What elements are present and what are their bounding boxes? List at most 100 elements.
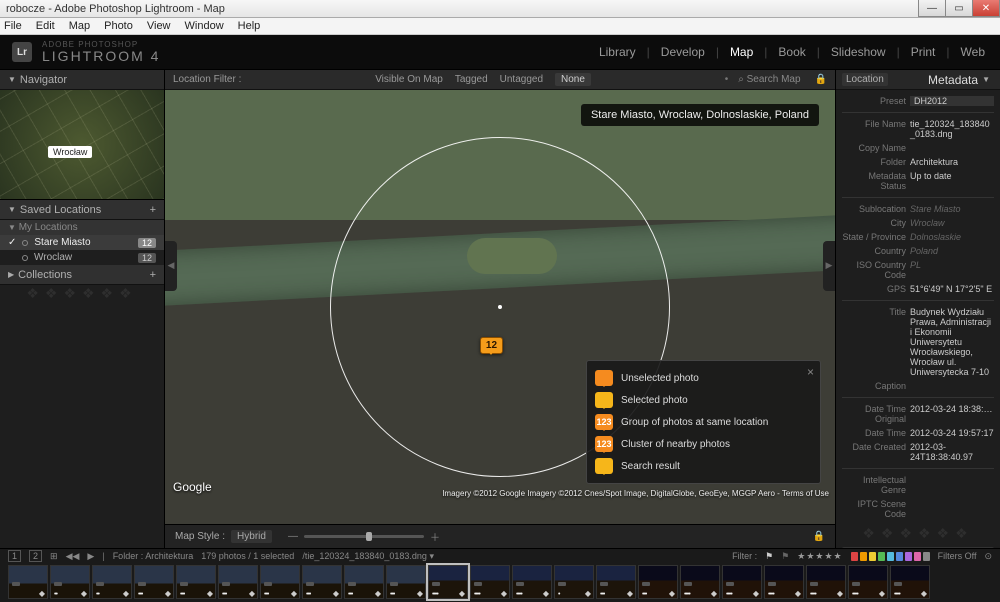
menu-edit[interactable]: Edit bbox=[36, 20, 55, 32]
map-style-select[interactable]: Hybrid bbox=[231, 530, 272, 543]
filter-untagged[interactable]: Untagged bbox=[500, 74, 543, 85]
preset-dropdown[interactable]: DH2012 bbox=[910, 96, 994, 106]
color-label-filter[interactable] bbox=[851, 552, 930, 561]
menubar: File Edit Map Photo View Window Help bbox=[0, 18, 1000, 35]
lock-icon[interactable]: 🔒 bbox=[813, 531, 825, 542]
thumbnail[interactable]: ••• bbox=[302, 565, 342, 599]
thumbnail[interactable]: ••• bbox=[344, 565, 384, 599]
module-print[interactable]: Print bbox=[908, 45, 939, 59]
metadata-header: Location Metadata ▼ bbox=[836, 70, 1000, 90]
thumbnail[interactable]: •••• bbox=[764, 565, 804, 599]
window-index-1[interactable]: 1 bbox=[8, 550, 21, 562]
filter-visible-on-map[interactable]: Visible On Map bbox=[375, 74, 443, 85]
thumbnail[interactable]: •••• bbox=[512, 565, 552, 599]
meta-field[interactable] bbox=[910, 143, 994, 153]
thumbnail[interactable]: •••• bbox=[680, 565, 720, 599]
sync-metadata-button[interactable]: Sync Metadata bbox=[842, 547, 994, 548]
maximize-button[interactable]: ▭ bbox=[945, 0, 973, 17]
thumbnail[interactable]: •••• bbox=[806, 565, 846, 599]
thumbnail[interactable]: •••• bbox=[470, 565, 510, 599]
filter-tagged[interactable]: Tagged bbox=[455, 74, 488, 85]
meta-field[interactable]: 2012-03-24 19:57:17 bbox=[910, 428, 994, 438]
navigator-map[interactable]: Wrocław bbox=[0, 90, 164, 200]
prev-icon[interactable]: ◀◀ bbox=[66, 551, 80, 562]
thumbnail[interactable]: • bbox=[554, 565, 594, 599]
thumbnail[interactable] bbox=[8, 565, 48, 599]
module-slideshow[interactable]: Slideshow bbox=[828, 45, 889, 59]
photo-cluster-pin[interactable]: 12 bbox=[480, 337, 503, 354]
metadata-set-dropdown[interactable]: Location bbox=[842, 73, 888, 86]
meta-field[interactable]: Poland bbox=[910, 246, 994, 256]
add-icon[interactable]: + bbox=[150, 269, 156, 281]
meta-field[interactable]: Architektura bbox=[910, 157, 994, 167]
module-web[interactable]: Web bbox=[958, 45, 988, 59]
filmstrip-filename[interactable]: /tie_120324_183840_0183.dng ▾ bbox=[302, 551, 434, 562]
meta-field[interactable]: tie_120324_183840_0183.dng bbox=[910, 119, 994, 139]
thumbnail[interactable]: ••• bbox=[176, 565, 216, 599]
legend-close-icon[interactable]: × bbox=[807, 365, 814, 379]
module-library[interactable]: Library bbox=[596, 45, 639, 59]
meta-field[interactable] bbox=[910, 499, 994, 519]
collections-title: Collections bbox=[18, 269, 72, 281]
menu-map[interactable]: Map bbox=[69, 20, 90, 32]
saved-location-item[interactable]: ✓Stare Miasto12 bbox=[0, 235, 164, 250]
menu-file[interactable]: File bbox=[4, 20, 22, 32]
menu-help[interactable]: Help bbox=[238, 20, 261, 32]
filter-lock-icon[interactable]: ⊙ bbox=[984, 551, 992, 562]
left-panel-toggle[interactable]: ◀ bbox=[165, 241, 177, 291]
thumbnail[interactable]: •••• bbox=[428, 565, 468, 599]
meta-field[interactable]: Wroclaw bbox=[910, 218, 994, 228]
meta-field[interactable]: 2012-03-24 18:38:… bbox=[910, 404, 994, 424]
menu-window[interactable]: Window bbox=[185, 20, 224, 32]
minimize-button[interactable]: — bbox=[918, 0, 946, 17]
right-panel-toggle[interactable]: ▶ bbox=[823, 241, 835, 291]
filmstrip-folder-path[interactable]: Folder : Architektura bbox=[113, 551, 194, 561]
menu-photo[interactable]: Photo bbox=[104, 20, 133, 32]
add-icon[interactable]: + bbox=[150, 204, 156, 216]
module-develop[interactable]: Develop bbox=[658, 45, 708, 59]
search-map-input[interactable]: Search Map bbox=[738, 74, 800, 85]
map-view[interactable]: Stare Miasto, Wroclaw, Dolnoslaskie, Pol… bbox=[165, 90, 835, 524]
thumbnail[interactable]: •• bbox=[50, 565, 90, 599]
thumbnail[interactable]: ••• bbox=[260, 565, 300, 599]
filmstrip-thumbnails[interactable]: ••••••••••••••••••••••••••••••••••••••••… bbox=[0, 563, 1000, 601]
collections-header[interactable]: ▶ Collections + bbox=[0, 265, 164, 285]
close-button[interactable]: ✕ bbox=[972, 0, 1000, 17]
next-icon[interactable]: ▶ bbox=[87, 551, 94, 562]
thumbnail[interactable]: ••• bbox=[386, 565, 426, 599]
meta-field[interactable] bbox=[910, 475, 994, 495]
thumbnail[interactable]: ••• bbox=[218, 565, 258, 599]
thumbnail[interactable]: •••• bbox=[848, 565, 888, 599]
filter-none[interactable]: None bbox=[555, 73, 591, 86]
navigator-header[interactable]: ▼ Navigator bbox=[0, 70, 164, 90]
zoom-out-icon[interactable]: — bbox=[288, 531, 298, 542]
flag-unpicked-icon[interactable]: ⚑ bbox=[781, 551, 789, 562]
module-map[interactable]: Map bbox=[727, 45, 756, 59]
rating-filter[interactable]: ★★★★★ bbox=[797, 551, 842, 562]
meta-field[interactable]: PL bbox=[910, 260, 994, 280]
thumbnail[interactable]: ••• bbox=[134, 565, 174, 599]
thumbnail[interactable]: ••• bbox=[596, 565, 636, 599]
thumbnail[interactable]: •• bbox=[92, 565, 132, 599]
saved-locations-header[interactable]: ▼ Saved Locations + bbox=[0, 200, 164, 220]
window-index-2[interactable]: 2 bbox=[29, 550, 42, 562]
zoom-in-icon[interactable]: ＋ bbox=[430, 529, 440, 544]
meta-field[interactable]: 51°6'49" N 17°2'5" E bbox=[910, 284, 994, 294]
thumbnail[interactable]: •••• bbox=[890, 565, 930, 599]
menu-view[interactable]: View bbox=[147, 20, 171, 32]
flag-picked-icon[interactable]: ⚑ bbox=[765, 551, 773, 562]
lock-icon[interactable]: 🔒 bbox=[815, 74, 827, 85]
grid-icon[interactable]: ⊞ bbox=[50, 551, 58, 562]
meta-field[interactable]: 2012-03-24T18:38:40.97 bbox=[910, 442, 994, 462]
meta-field[interactable]: Up to date bbox=[910, 171, 994, 191]
meta-caption-field[interactable] bbox=[910, 381, 994, 391]
thumbnail[interactable]: •••• bbox=[722, 565, 762, 599]
saved-location-item[interactable]: Wroclaw12 bbox=[0, 250, 164, 265]
meta-field[interactable]: Dolnoslaskie bbox=[910, 232, 994, 242]
meta-field[interactable]: Stare Miasto bbox=[910, 204, 994, 214]
meta-title-field[interactable]: Budynek Wydziału Prawa, Administracji i … bbox=[910, 307, 994, 377]
thumbnail[interactable]: ••• bbox=[638, 565, 678, 599]
filters-off-toggle[interactable]: Filters Off bbox=[938, 551, 977, 561]
zoom-slider[interactable] bbox=[304, 535, 424, 538]
module-book[interactable]: Book bbox=[775, 45, 808, 59]
